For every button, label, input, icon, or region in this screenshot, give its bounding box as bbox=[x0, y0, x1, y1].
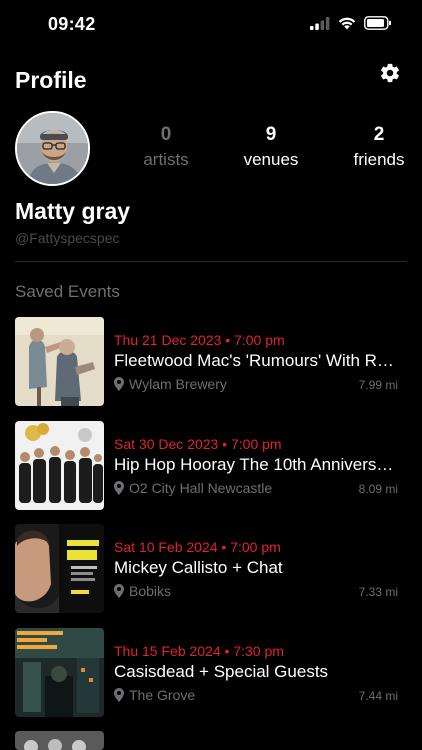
event-title: Casisdead + Special Guests bbox=[114, 662, 329, 681]
stat-friends[interactable]: 2 friends bbox=[334, 124, 422, 170]
stat-venues-label: venues bbox=[243, 150, 299, 169]
avatar[interactable] bbox=[15, 111, 90, 186]
event-item[interactable]: Thu 15 Feb 2024 • 7:30 pm Casisdead + Sp… bbox=[15, 628, 398, 718]
status-time: 09:42 bbox=[48, 14, 96, 34]
event-thumbnail bbox=[15, 421, 104, 510]
page-title: Profile bbox=[15, 67, 87, 93]
event-title: Fleetwood Mac's 'Rumours' With Rumours o… bbox=[114, 351, 398, 370]
event-venue: O2 City Hall Newcastle bbox=[114, 480, 272, 496]
event-distance: 7.44 mi bbox=[358, 689, 398, 703]
event-venue-name: O2 City Hall Newcastle bbox=[129, 480, 273, 496]
event-venue: Wylam Brewery bbox=[114, 376, 227, 392]
event-distance: 7.33 mi bbox=[358, 585, 398, 599]
event-date: Thu 21 Dec 2023 • 7:00 pm bbox=[114, 332, 285, 348]
event-venue: The Grove bbox=[114, 687, 195, 703]
event-distance: 8.09 mi bbox=[358, 482, 398, 496]
settings-button[interactable] bbox=[379, 62, 403, 86]
event-thumbnail bbox=[15, 317, 104, 406]
divider bbox=[15, 261, 407, 262]
event-title: Mickey Callisto + Chat bbox=[114, 558, 283, 577]
stat-venues[interactable]: 9 venues bbox=[226, 124, 316, 170]
wifi-icon bbox=[338, 17, 356, 29]
stat-artists-value: 0 bbox=[160, 124, 172, 145]
event-item[interactable]: Sat 10 Feb 2024 • 7:00 pm Mickey Callist… bbox=[15, 524, 398, 614]
location-pin-icon bbox=[114, 584, 124, 598]
event-title: Hip Hop Hooray The 10th Anniversary bbox=[114, 455, 398, 474]
event-date: Sat 10 Feb 2024 • 7:00 pm bbox=[114, 539, 281, 555]
stat-artists[interactable]: 0 artists bbox=[121, 124, 211, 170]
event-thumbnail bbox=[15, 524, 104, 613]
status-icons bbox=[310, 16, 392, 30]
event-date: Thu 15 Feb 2024 • 7:30 pm bbox=[114, 643, 284, 659]
event-venue-name: Bobiks bbox=[129, 583, 172, 599]
saved-events-title: Saved Events bbox=[15, 282, 120, 301]
user-name: Matty gray bbox=[15, 198, 131, 224]
profile-header: Profile bbox=[15, 62, 407, 98]
stat-friends-value: 2 bbox=[373, 124, 385, 145]
cellular-signal-icon bbox=[310, 16, 330, 30]
battery-icon bbox=[364, 16, 391, 30]
event-venue-name: The Grove bbox=[129, 687, 196, 703]
event-item[interactable] bbox=[15, 731, 398, 750]
event-thumbnail bbox=[15, 731, 104, 750]
event-venue: Bobiks bbox=[114, 583, 171, 599]
stat-venues-value: 9 bbox=[265, 124, 277, 145]
location-pin-icon bbox=[114, 481, 124, 495]
event-item[interactable]: Thu 21 Dec 2023 • 7:00 pm Fleetwood Mac'… bbox=[15, 317, 398, 407]
event-date: Sat 30 Dec 2023 • 7:00 pm bbox=[114, 436, 282, 452]
event-item[interactable]: Sat 30 Dec 2023 • 7:00 pm Hip Hop Hooray… bbox=[15, 421, 398, 511]
status-bar: 09:42 bbox=[0, 0, 422, 50]
avatar-image bbox=[17, 113, 88, 184]
user-handle: @Fattyspecspec bbox=[15, 230, 120, 246]
location-pin-icon bbox=[114, 688, 124, 702]
stat-friends-label: friends bbox=[353, 150, 405, 169]
event-thumbnail bbox=[15, 628, 104, 717]
stat-artists-label: artists bbox=[143, 150, 189, 169]
event-venue-name: Wylam Brewery bbox=[129, 376, 227, 392]
gear-icon bbox=[381, 63, 399, 83]
event-distance: 7.99 mi bbox=[358, 378, 398, 392]
location-pin-icon bbox=[114, 377, 124, 391]
